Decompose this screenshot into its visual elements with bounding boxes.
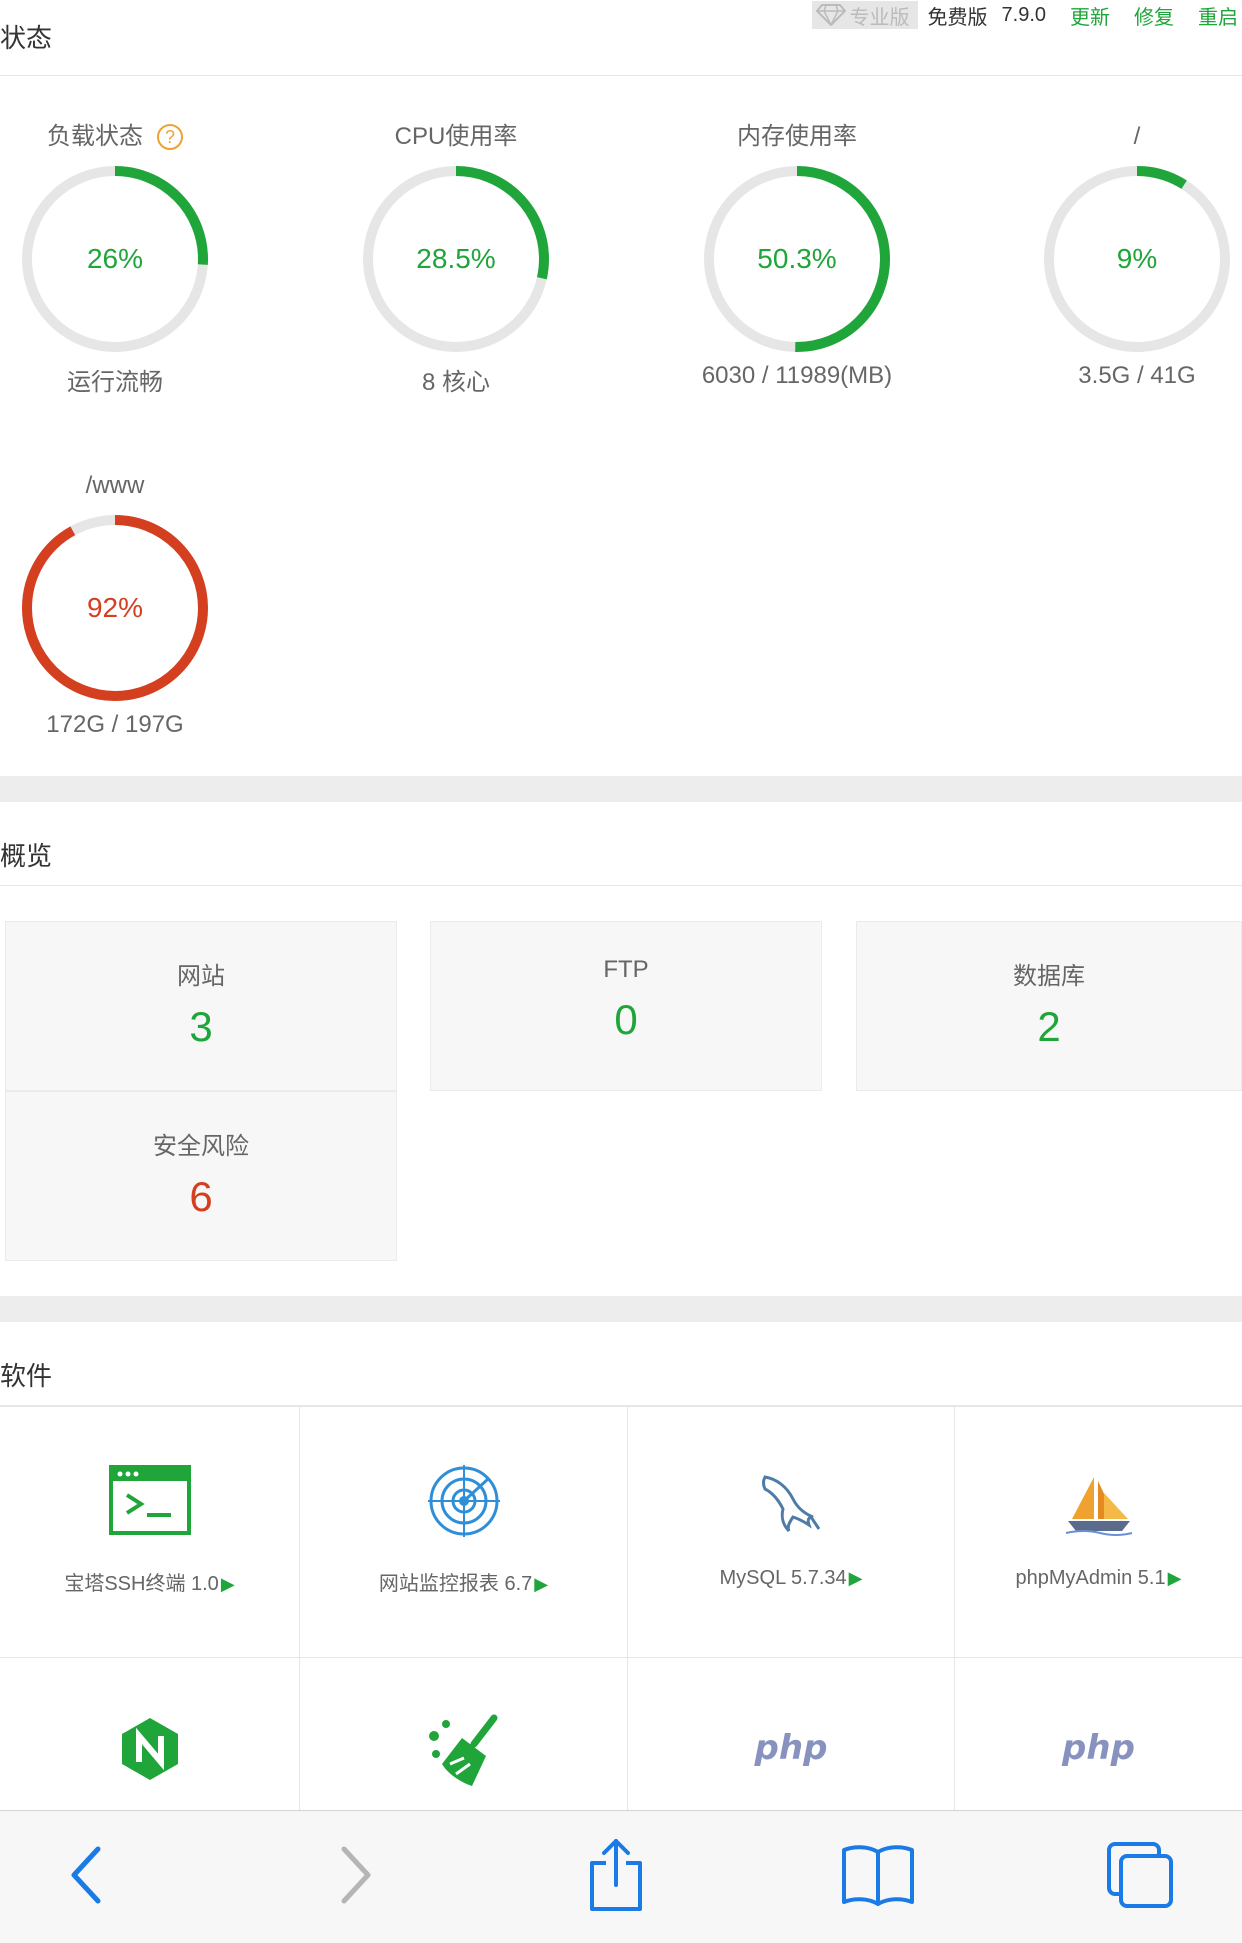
play-arrow-icon[interactable]: ▶ [849, 1568, 863, 1588]
repair-link[interactable]: 修复 [1134, 1, 1174, 30]
status-header: 状态 专业版 免费版 7.9.0 更新 修复 重启 [0, 0, 1242, 76]
gauge-subtitle: 运行流畅 [67, 369, 163, 396]
software-grid: 宝塔SSH终端 1.0 ▶ 网站监控报表 6.7 ▶ MySQL 5.7.34 ▶ [0, 1406, 1242, 1909]
phpmyadmin-sailboat-icon [955, 1473, 1242, 1537]
header-actions: 专业版 免费版 7.9.0 更新 修复 重启 [811, 0, 1242, 30]
gauge-value: 28.5% [416, 243, 496, 274]
overview-card-label: 网站 [177, 963, 225, 990]
gauge-cpu[interactable]: CPU使用率 28.5% 8 核心 [346, 120, 566, 397]
section-divider [0, 1296, 1242, 1322]
section-divider [0, 776, 1242, 802]
share-icon[interactable] [576, 1835, 656, 1915]
gauge-title: / [1133, 123, 1141, 150]
forward-icon[interactable] [316, 1835, 396, 1915]
software-name: phpMyAdmin 5.1 [1015, 1567, 1166, 1589]
overview-header: 概览 [0, 816, 1242, 886]
status-title: 状态 [0, 23, 53, 53]
play-arrow-icon[interactable]: ▶ [221, 1574, 235, 1594]
gauge-subtitle: 3.5G / 41G [1078, 362, 1196, 389]
cleanup-broom-icon [300, 1714, 627, 1790]
gauge-title: CPU使用率 [394, 123, 518, 150]
software-item-ssh-terminal[interactable]: 宝塔SSH终端 1.0 ▶ [0, 1407, 300, 1658]
overview-card-value: 0 [614, 996, 638, 1043]
overview-card-label: 安全风险 [153, 1133, 249, 1160]
gauge-value: 26% [86, 243, 144, 274]
overview-card-security-risk[interactable]: 安全风险 6 [5, 1091, 397, 1261]
software-header: 软件 [0, 1336, 1242, 1406]
gauge-ring: 92% [22, 515, 208, 701]
browser-toolbar [0, 1810, 1242, 1943]
gauge-value: 50.3% [757, 243, 837, 274]
overview-card-label: FTP [603, 956, 649, 983]
gauge-ring: 50.3% [704, 166, 890, 352]
gauge-title: /www [85, 472, 145, 499]
gauge-memory[interactable]: 内存使用率 50.3% 6030 / 11989(MB) [687, 120, 907, 390]
pro-edition-label: 专业版 [849, 6, 910, 29]
nginx-icon [0, 1716, 299, 1782]
software-item-site-monitor[interactable]: 网站监控报表 6.7 ▶ [300, 1407, 628, 1658]
overview-card-value: 3 [189, 1003, 213, 1050]
restart-link[interactable]: 重启 [1198, 1, 1238, 30]
gauge-value: 92% [86, 592, 144, 623]
tabs-icon[interactable] [1100, 1835, 1180, 1915]
help-icon[interactable]: ? [157, 124, 183, 150]
gauge-load[interactable]: 负载状态 ? 26% 运行流畅 [5, 120, 225, 397]
gauge-ring: 9% [1044, 166, 1230, 352]
software-item-mysql[interactable]: MySQL 5.7.34 ▶ [628, 1407, 955, 1658]
overview-card-sites[interactable]: 网站 3 [5, 921, 397, 1091]
edition-label: 免费版 [927, 6, 988, 29]
gauge-subtitle: 172G / 197G [46, 711, 184, 738]
gauge-title: 负载状态 [47, 123, 143, 150]
pro-edition-badge[interactable]: 专业版 [811, 1, 918, 29]
gauge-subtitle: 8 核心 [421, 369, 490, 396]
back-icon[interactable] [46, 1835, 126, 1915]
mysql-dolphin-icon [628, 1473, 954, 1533]
software-name: 网站监控报表 6.7 [378, 1573, 533, 1595]
php-icon: php [754, 1728, 828, 1768]
gauge-value: 9% [1116, 243, 1158, 274]
gauge-title: 内存使用率 [737, 123, 857, 150]
software-name: MySQL 5.7.34 [719, 1567, 847, 1589]
overview-card-value: 2 [1037, 1003, 1061, 1050]
diamond-icon [815, 4, 846, 26]
gauge-disk-root[interactable]: / 9% 3.5G / 41G [1027, 120, 1242, 390]
terminal-icon [0, 1465, 299, 1535]
gauge-ring: 26% [22, 166, 208, 352]
gauge-subtitle: 6030 / 11989(MB) [701, 362, 893, 389]
monitor-radar-icon [300, 1465, 627, 1537]
php-icon: php [1062, 1728, 1135, 1768]
software-name: 宝塔SSH终端 1.0 [64, 1573, 219, 1595]
overview-title: 概览 [0, 841, 53, 871]
gauge-disk-www[interactable]: /www 92% 172G / 197G [5, 469, 225, 739]
play-arrow-icon[interactable]: ▶ [1168, 1568, 1182, 1588]
play-arrow-icon[interactable]: ▶ [534, 1574, 548, 1594]
software-title: 软件 [0, 1361, 53, 1391]
version-label: 7.9.0 [1001, 3, 1046, 26]
update-link[interactable]: 更新 [1070, 1, 1110, 30]
overview-card-ftp[interactable]: FTP 0 [430, 921, 822, 1091]
software-item-phpmyadmin[interactable]: phpMyAdmin 5.1 ▶ [955, 1407, 1242, 1658]
gauge-ring: 28.5% [363, 166, 549, 352]
overview-card-label: 数据库 [1013, 963, 1085, 990]
overview-card-value: 6 [189, 1173, 213, 1220]
overview-card-databases[interactable]: 数据库 2 [856, 921, 1242, 1091]
bookmarks-icon[interactable] [838, 1835, 918, 1915]
